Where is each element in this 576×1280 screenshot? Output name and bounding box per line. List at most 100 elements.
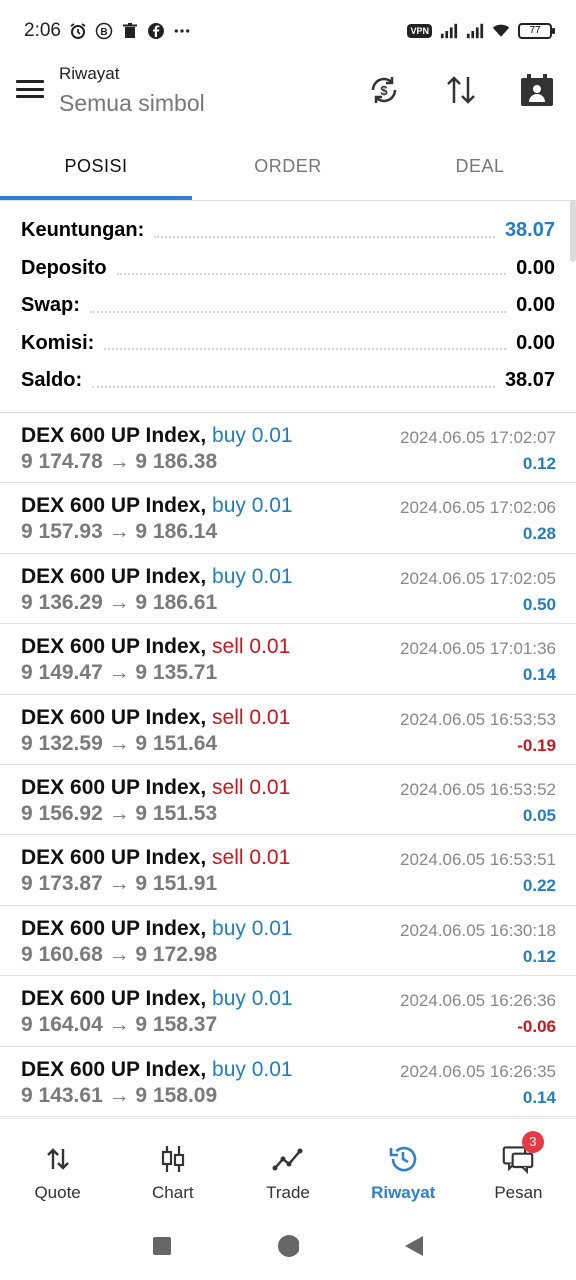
deal-time: 2024.06.05 17:02:05: [400, 568, 556, 588]
alarm-icon: [69, 22, 87, 40]
deal-side: buy 0.01: [212, 1057, 293, 1081]
status-time: 2:06: [24, 20, 61, 41]
deal-side: buy 0.01: [212, 424, 293, 447]
list-item[interactable]: DEX 600 UP Index, buy 0.01 9 160.68 → 9 1…: [0, 906, 576, 977]
nav-chart[interactable]: Chart: [115, 1119, 230, 1212]
deal-profit: -0.06: [517, 1017, 556, 1037]
deal-symbol: DEX 600 UP Index, buy 0.01: [21, 424, 293, 448]
battery-icon: 77: [518, 23, 555, 39]
signal-icon: [440, 22, 458, 40]
nav-label: Riwayat: [371, 1183, 436, 1202]
summary-label: Deposito: [21, 256, 107, 279]
list-item[interactable]: DEX 600 UP Index, buy 0.01 9 136.29 → 9 1…: [0, 554, 576, 625]
nav-label: Pesan: [494, 1183, 543, 1202]
deal-symbol: DEX 600 UP Index, buy 0.01: [21, 565, 293, 589]
deal-time: 2024.06.05 16:53:53: [400, 709, 556, 729]
nav-riwayat[interactable]: Riwayat: [346, 1119, 461, 1212]
deal-time: 2024.06.05 17:01:36: [400, 639, 556, 659]
symbol-name: DEX 600 UP Index,: [21, 705, 207, 729]
page-title: Riwayat: [59, 64, 120, 83]
deal-prices: 9 160.68 → 9 172.98: [21, 942, 218, 966]
deal-time: 2024.06.05 16:30:18: [400, 920, 556, 940]
list-item[interactable]: DEX 600 UP Index, buy 0.01 9 174.78 → 9 1…: [0, 413, 576, 484]
list-item[interactable]: DEX 600 UP Index, buy 0.01 9 157.93 → 9 1…: [0, 483, 576, 554]
symbol-name: DEX 600 UP Index,: [21, 987, 207, 1011]
svg-text:$: $: [380, 83, 388, 98]
positions-list: DEX 600 UP Index, buy 0.01 9 174.78 → 9 1…: [0, 413, 576, 1117]
symbol-name: DEX 600 UP Index,: [21, 775, 207, 799]
home-button[interactable]: [277, 1235, 299, 1257]
menu-icon[interactable]: [16, 76, 44, 102]
trade-line-icon: [272, 1143, 304, 1175]
deal-prices: 9 132.59 → 9 151.64: [21, 731, 218, 755]
candlestick-icon: [157, 1143, 189, 1175]
deal-profit: 0.28: [522, 524, 556, 544]
deal-profit: 0.14: [522, 665, 556, 685]
recent-apps-button[interactable]: [151, 1235, 173, 1257]
summary-label: Komisi:: [21, 331, 95, 354]
summary-row-swap: Swap: 0.00: [0, 287, 576, 325]
symbol-filter[interactable]: Semua simbol: [59, 90, 205, 117]
list-item[interactable]: DEX 600 UP Index, buy 0.01 9 164.04 → 9 1…: [0, 976, 576, 1047]
deal-symbol: DEX 600 UP Index, sell 0.01: [21, 635, 290, 659]
svg-text:B: B: [100, 27, 107, 38]
deal-symbol: DEX 600 UP Index, sell 0.01: [21, 846, 290, 870]
b-icon: B: [95, 22, 113, 40]
list-item[interactable]: DEX 600 UP Index, buy 0.01 9 143.61 → 9 1…: [0, 1047, 576, 1117]
symbol-name: DEX 600 UP Index,: [21, 635, 207, 659]
summary-value: 38.07: [504, 369, 555, 392]
system-navigation: [0, 1212, 576, 1280]
nav-trade[interactable]: Trade: [230, 1119, 345, 1212]
deal-symbol: DEX 600 UP Index, buy 0.01: [21, 494, 293, 518]
tab-order[interactable]: ORDER: [192, 136, 384, 200]
signal-icon-2: [466, 22, 484, 40]
deal-time: 2024.06.05 16:26:35: [400, 1061, 556, 1081]
notification-icons: B: [69, 22, 191, 40]
sort-icon[interactable]: [441, 70, 481, 110]
wifi-icon: [492, 22, 510, 40]
deal-time: 2024.06.05 17:02:07: [400, 428, 556, 447]
nav-quote[interactable]: Quote: [0, 1119, 115, 1212]
deal-profit: 0.14: [522, 1087, 556, 1107]
deal-time: 2024.06.05 16:53:51: [400, 850, 556, 870]
app-bar: Riwayat Semua simbol $: [0, 62, 576, 124]
deal-prices: 9 136.29 → 9 186.61: [21, 590, 218, 614]
deal-side: buy 0.01: [212, 916, 293, 940]
status-bar: 2:06 B VPN 77: [0, 0, 576, 62]
deal-symbol: DEX 600 UP Index, buy 0.01: [21, 1058, 293, 1082]
dotted-leader: [154, 235, 495, 238]
deal-prices: 9 156.92 → 9 151.53: [21, 801, 218, 825]
list-item[interactable]: DEX 600 UP Index, sell 0.01 9 149.47 → 9 …: [0, 624, 576, 695]
quote-arrows-icon: [42, 1143, 74, 1175]
summary-panel: Keuntungan: 38.07 Deposito 0.00 Swap: 0.…: [0, 212, 576, 400]
list-item[interactable]: DEX 600 UP Index, sell 0.01 9 173.87 → 9 …: [0, 835, 576, 906]
dotted-leader: [92, 385, 495, 388]
period-calendar-icon[interactable]: [517, 70, 557, 110]
nav-label: Trade: [266, 1183, 310, 1202]
deal-side: sell 0.01: [212, 705, 291, 729]
tab-deal[interactable]: DEAL: [384, 136, 576, 200]
deal-prices: 9 173.87 → 9 151.91: [21, 872, 218, 896]
deal-prices: 9 164.04 → 9 158.37: [21, 1013, 218, 1037]
summary-label: Keuntungan:: [21, 219, 145, 242]
back-button[interactable]: [403, 1235, 425, 1257]
deal-time: 2024.06.05 16:53:52: [400, 779, 556, 799]
deal-prices: 9 174.78 → 9 186.38: [21, 450, 218, 473]
symbol-name: DEX 600 UP Index,: [21, 494, 207, 518]
deal-profit: 0.05: [522, 805, 556, 825]
tabs-divider: [0, 200, 576, 201]
nav-pesan[interactable]: 3 Pesan: [461, 1119, 576, 1212]
deal-prices: 9 157.93 → 9 186.14: [21, 520, 218, 544]
summary-value: 0.00: [516, 256, 555, 279]
list-item[interactable]: DEX 600 UP Index, sell 0.01 9 156.92 → 9 …: [0, 765, 576, 836]
currency-exchange-icon[interactable]: $: [364, 70, 404, 110]
trash-icon: [121, 22, 139, 40]
bottom-navigation: Quote Chart Trade Riwayat 3 Pesan: [0, 1118, 576, 1212]
summary-value: 0.00: [516, 294, 555, 317]
list-item[interactable]: DEX 600 UP Index, sell 0.01 9 132.59 → 9 …: [0, 695, 576, 765]
tab-posisi[interactable]: POSISI: [0, 136, 192, 200]
scrollbar[interactable]: [570, 200, 576, 262]
summary-value: 0.00: [516, 331, 555, 354]
dotted-leader: [89, 310, 507, 313]
more-dots-icon: [173, 22, 191, 40]
